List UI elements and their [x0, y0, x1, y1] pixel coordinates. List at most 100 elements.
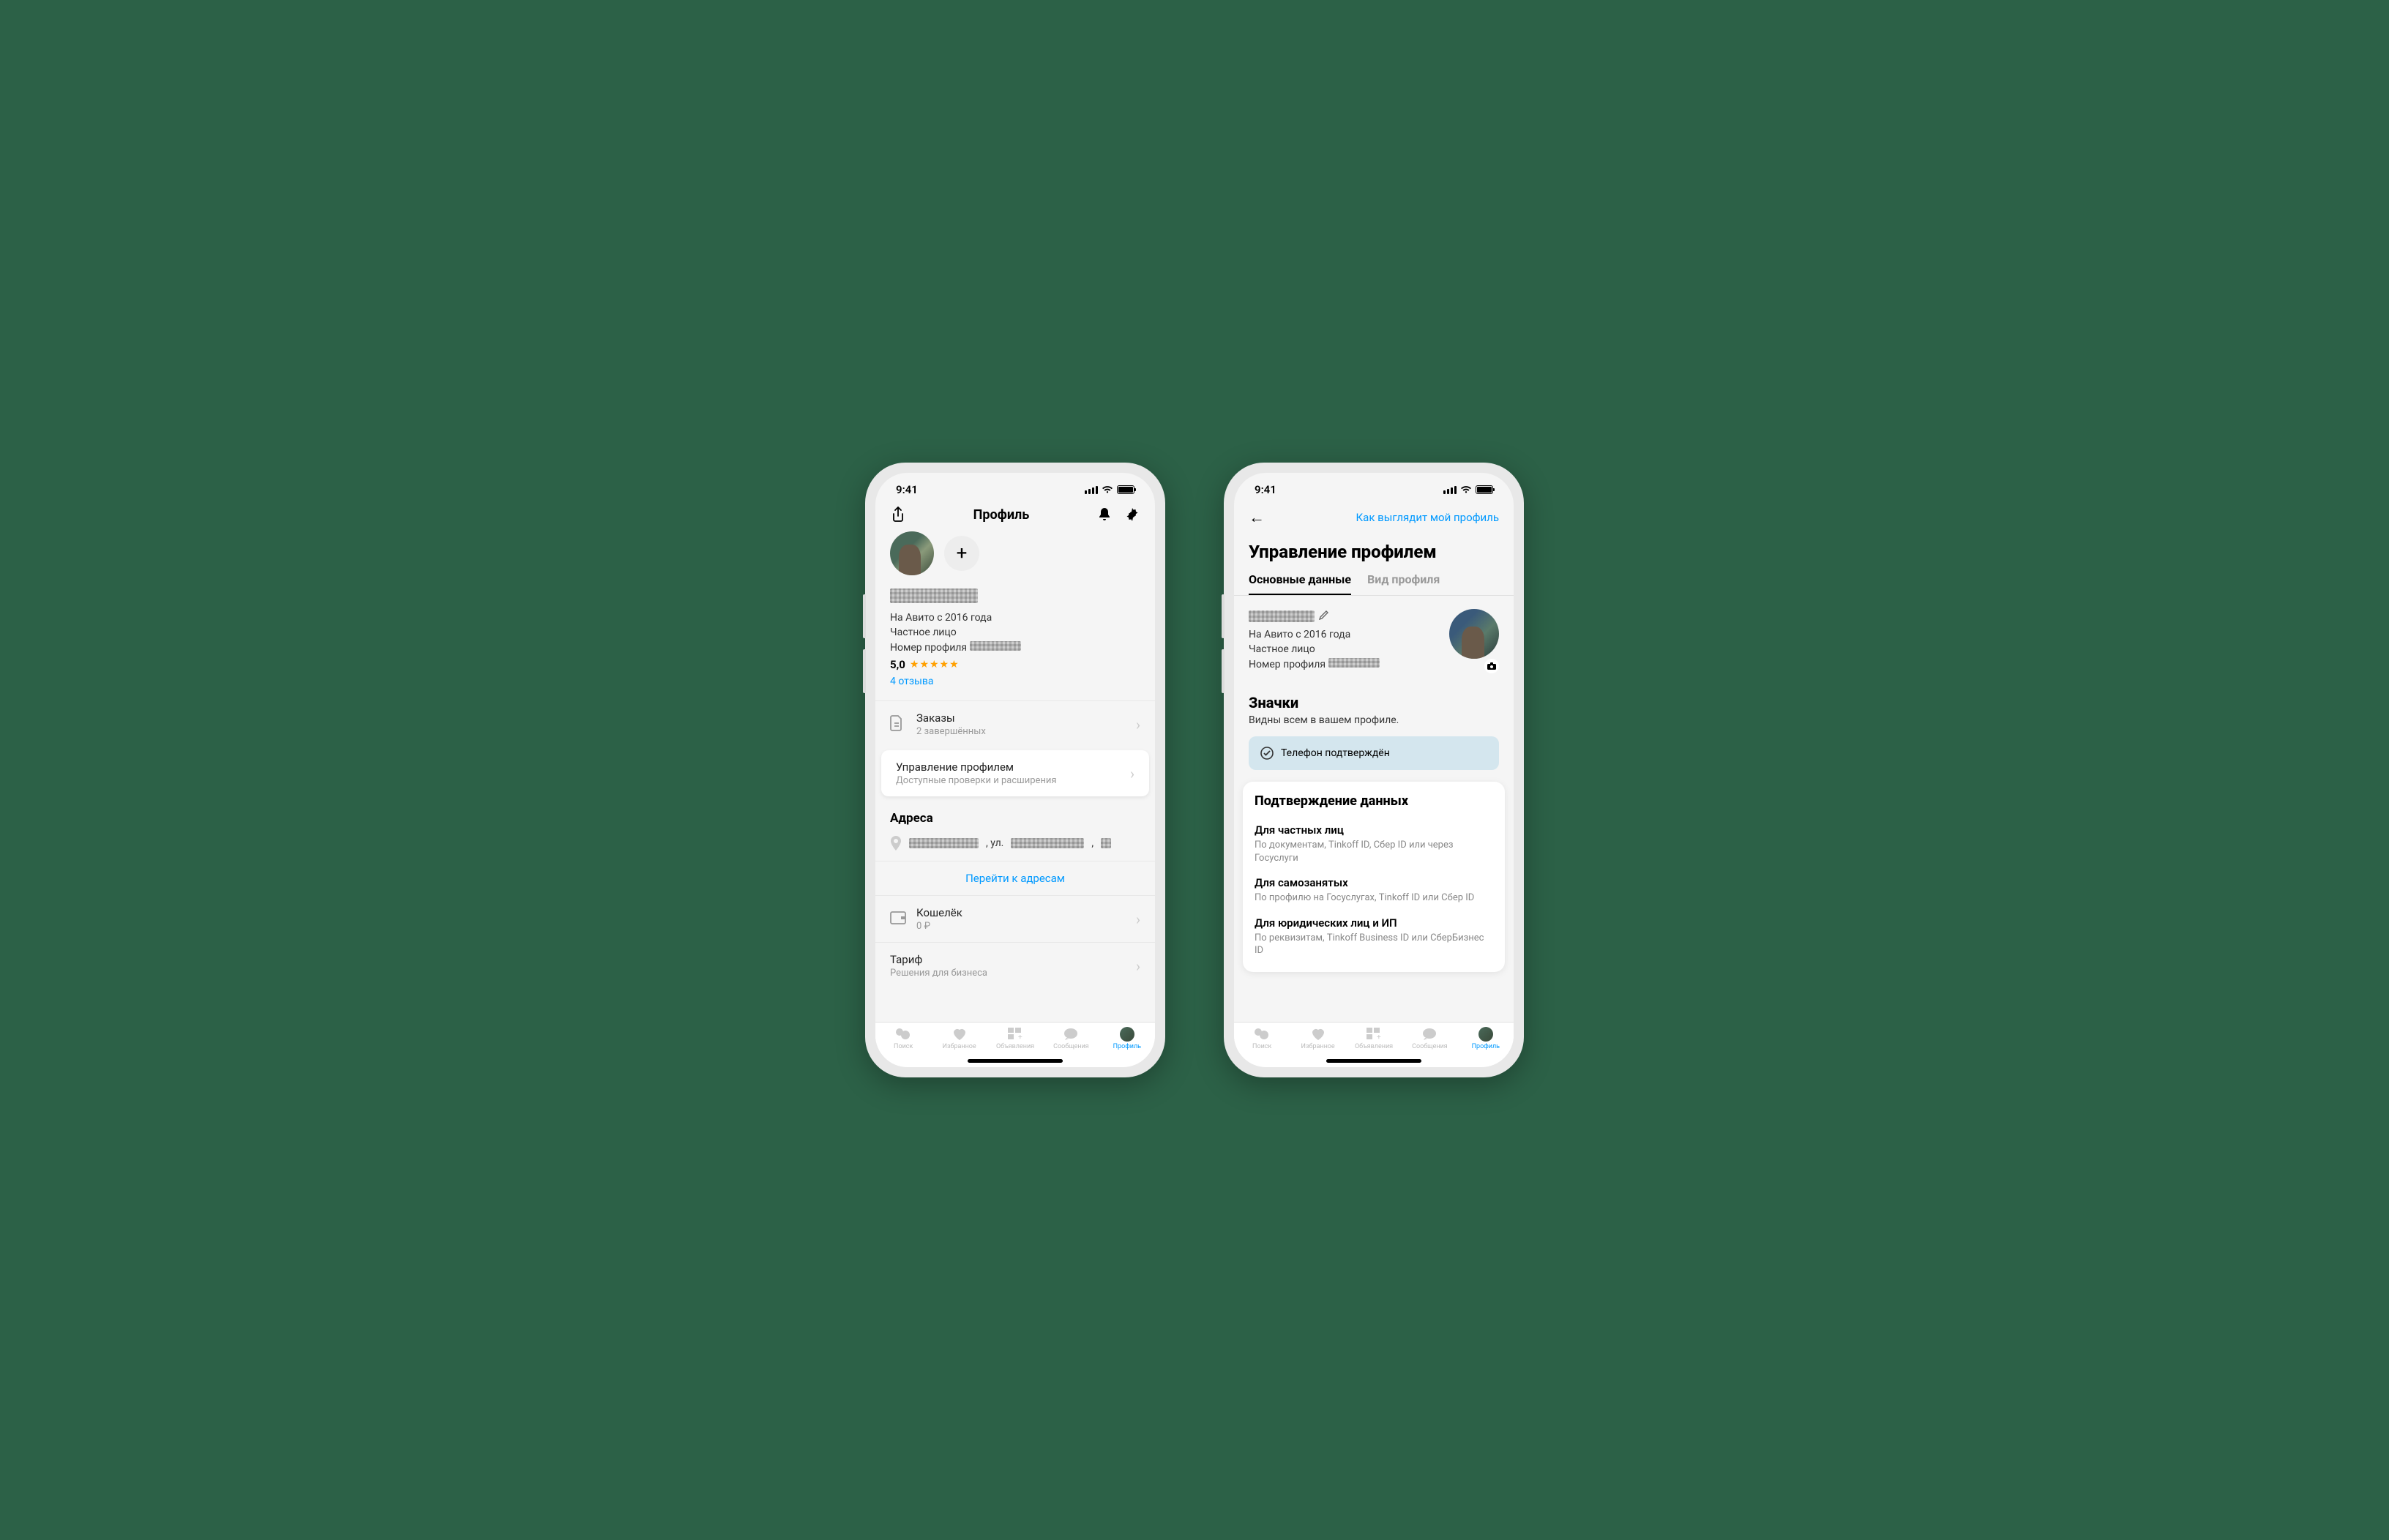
cellular-icon	[1443, 486, 1457, 494]
goto-addresses-link[interactable]: Перейти к адресам	[875, 861, 1155, 895]
pencil-icon[interactable]	[1319, 609, 1329, 623]
tab-favorites[interactable]: Избранное	[931, 1027, 987, 1050]
reviews-link[interactable]: 4 отзыва	[890, 676, 934, 687]
address-pixel-1	[909, 838, 979, 848]
badges-title: Значки	[1234, 687, 1514, 714]
search-tab-icon	[894, 1027, 912, 1042]
svg-text:+: +	[1018, 1033, 1022, 1041]
tab-favorites[interactable]: Избранное	[1290, 1027, 1345, 1050]
status-bar: 9:41	[875, 473, 1155, 501]
chat-icon	[1062, 1027, 1080, 1042]
tab-messages[interactable]: Сообщения	[1402, 1027, 1457, 1050]
svg-text:+: +	[1377, 1033, 1381, 1041]
tab-main-data[interactable]: Основные данные	[1249, 572, 1351, 595]
tab-search[interactable]: Поиск	[875, 1027, 931, 1050]
verification-legal-entities[interactable]: Для юридических лиц и ИП По реквизитам, …	[1255, 911, 1493, 963]
wifi-icon	[1460, 485, 1472, 494]
wifi-icon	[1102, 485, 1113, 494]
phone-right: 9:41 ← Как выглядит мой профиль Управлен…	[1224, 463, 1524, 1077]
address-pixel-2	[1011, 838, 1084, 848]
pin-icon	[890, 836, 902, 851]
verification-self-employed[interactable]: Для самозанятых По профилю на Госуслугах…	[1255, 870, 1493, 911]
battery-icon	[1476, 485, 1493, 494]
status-time: 9:41	[896, 483, 918, 496]
tab-messages[interactable]: Сообщения	[1043, 1027, 1099, 1050]
phone-screen: 9:41 Профиль	[875, 473, 1155, 1067]
profile-name-redacted	[890, 588, 978, 603]
page-title: Управление профилем	[1234, 537, 1514, 572]
profile-name-redacted	[1249, 610, 1315, 622]
menu-tariff[interactable]: Тариф Решения для бизнеса ›	[875, 942, 1155, 989]
home-indicator	[968, 1059, 1063, 1063]
profile-number: Номер профиля	[890, 641, 1140, 654]
preview-profile-link[interactable]: Как выглядит мой профиль	[1356, 511, 1499, 524]
stars-icon: ★★★★★	[910, 659, 960, 670]
home-indicator	[1326, 1059, 1421, 1063]
tab-strip: Основные данные Вид профиля	[1234, 572, 1514, 596]
tab-profile[interactable]: Профиль	[1458, 1027, 1514, 1050]
chevron-right-icon: ›	[1136, 911, 1140, 928]
tab-search[interactable]: Поиск	[1234, 1027, 1290, 1050]
profile-content: + На Авито с 2016 года Частное лицо Номе…	[875, 531, 1155, 1022]
profile-avatar-icon	[1120, 1027, 1134, 1042]
verification-individuals[interactable]: Для частных лиц По документам, Tinkoff I…	[1255, 818, 1493, 870]
checkmark-circle-icon	[1260, 747, 1274, 760]
grid-plus-icon: +	[1006, 1027, 1024, 1042]
phone-screen: 9:41 ← Как выглядит мой профиль Управлен…	[1234, 473, 1514, 1067]
profile-avatar-icon	[1478, 1027, 1493, 1042]
camera-icon[interactable]	[1484, 659, 1499, 673]
profile-type: Частное лицо	[890, 627, 1140, 638]
document-icon	[890, 715, 906, 734]
cellular-icon	[1085, 486, 1098, 494]
addresses-title: Адреса	[875, 799, 1155, 831]
address-row[interactable]: , ул. ,	[875, 831, 1155, 861]
chat-icon	[1421, 1027, 1438, 1042]
tab-bar: Поиск Избранное + Объявления Сообщения П…	[1234, 1022, 1514, 1053]
back-arrow-icon[interactable]: ←	[1249, 508, 1265, 527]
bell-icon[interactable]	[1096, 507, 1113, 523]
avatar[interactable]	[1449, 609, 1499, 659]
tab-listings[interactable]: + Объявления	[1346, 1027, 1402, 1050]
tab-profile[interactable]: Профиль	[1099, 1027, 1155, 1050]
add-photo-button[interactable]: +	[944, 536, 979, 571]
status-icons	[1085, 485, 1134, 494]
menu-orders-title: Заказы	[916, 711, 1136, 725]
profile-type: Частное лицо	[1249, 643, 1439, 655]
phone-verified-badge[interactable]: Телефон подтверждён	[1249, 736, 1499, 770]
verification-title: Подтверждение данных	[1255, 793, 1493, 809]
heart-icon	[1309, 1027, 1327, 1042]
battery-icon	[1117, 485, 1134, 494]
menu-orders-sub: 2 завершённых	[916, 726, 1136, 737]
verification-card: Подтверждение данных Для частных лиц По …	[1243, 782, 1505, 972]
tab-profile-view[interactable]: Вид профиля	[1367, 572, 1440, 595]
gear-icon[interactable]	[1124, 507, 1140, 523]
menu-orders[interactable]: Заказы 2 завершённых ›	[875, 700, 1155, 747]
profile-number-redacted	[1328, 658, 1380, 668]
status-icons	[1443, 485, 1493, 494]
menu-wallet-sub: 0 ₽	[916, 921, 1136, 932]
nav-header: ← Как выглядит мой профиль	[1234, 501, 1514, 537]
rating-value: 5,0	[890, 658, 905, 671]
address-pixel-3	[1101, 838, 1111, 848]
menu-tariff-title: Тариф	[890, 953, 1136, 966]
menu-wallet-title: Кошелёк	[916, 906, 1136, 919]
menu-manage-sub: Доступные проверки и расширения	[896, 775, 1130, 786]
chevron-right-icon: ›	[1136, 716, 1140, 733]
profile-number: Номер профиля	[1249, 658, 1439, 670]
menu-wallet[interactable]: Кошелёк 0 ₽ ›	[875, 895, 1155, 942]
status-bar: 9:41	[1234, 473, 1514, 501]
profile-since: На Авито с 2016 года	[890, 612, 1140, 624]
phone-left: 9:41 Профиль	[865, 463, 1165, 1077]
profile-since: На Авито с 2016 года	[1249, 629, 1439, 640]
badges-sub: Видны всем в вашем профиле.	[1234, 714, 1514, 736]
share-icon[interactable]	[890, 507, 906, 523]
manage-content: На Авито с 2016 года Частное лицо Номер …	[1234, 596, 1514, 1022]
avatar[interactable]	[890, 531, 934, 575]
menu-manage-profile[interactable]: Управление профилем Доступные проверки и…	[881, 750, 1149, 796]
grid-plus-icon: +	[1365, 1027, 1383, 1042]
tab-listings[interactable]: + Объявления	[987, 1027, 1043, 1050]
heart-icon	[951, 1027, 968, 1042]
chevron-right-icon: ›	[1130, 765, 1134, 782]
nav-title: Профиль	[973, 507, 1030, 523]
chevron-right-icon: ›	[1136, 957, 1140, 975]
